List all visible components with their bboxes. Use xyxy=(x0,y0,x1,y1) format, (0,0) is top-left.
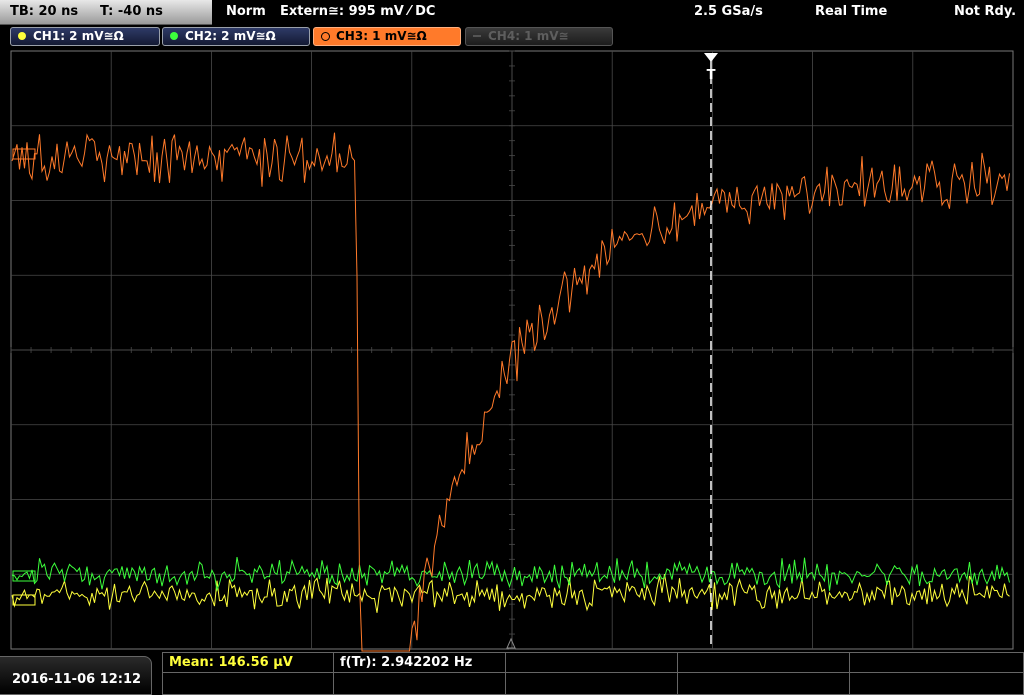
datetime-box: 2016-11-06 12:12 xyxy=(0,656,152,695)
timebase-box[interactable]: TB: 20 ns T: -40 ns xyxy=(0,0,212,25)
ch4-label: CH4: 1 mV≅ xyxy=(488,29,569,43)
measurement-slot-6[interactable] xyxy=(162,673,334,695)
tab-ch3[interactable]: CH3: 1 mV≅Ω xyxy=(313,27,461,46)
timebase-label: TB: 20 ns xyxy=(10,4,79,19)
measurement-mean[interactable]: Mean: 146.56 µV xyxy=(162,652,334,673)
measurement-slot-9[interactable] xyxy=(678,673,850,695)
ch4-dash-icon xyxy=(473,35,481,37)
waveform-display[interactable]: T xyxy=(0,49,1024,652)
trigger-marker-label: T xyxy=(707,68,716,83)
measurement-slot-7[interactable] xyxy=(334,673,506,695)
channel-tabs: CH1: 2 mV≅Ω CH2: 2 mV≅Ω CH3: 1 mV≅Ω CH4:… xyxy=(0,25,1024,49)
ch1-dot-icon xyxy=(18,32,26,40)
tab-ch1[interactable]: CH1: 2 mV≅Ω xyxy=(10,27,160,46)
measurement-table[interactable]: Mean: 146.56 µV f(Tr): 2.942202 Hz xyxy=(162,652,1024,695)
tab-ch4[interactable]: CH4: 1 mV≅ xyxy=(465,27,613,46)
trigger-mode[interactable]: Norm xyxy=(226,4,266,19)
ch2-dot-icon xyxy=(170,32,178,40)
ch2-label: CH2: 2 mV≅Ω xyxy=(185,29,276,43)
measurement-slot-5[interactable] xyxy=(850,652,1024,673)
bottom-bar: 2016-11-06 12:12 Mean: 146.56 µV f(Tr): … xyxy=(0,652,1024,695)
measurement-slot-10[interactable] xyxy=(850,673,1024,695)
datetime-label: 2016-11-06 12:12 xyxy=(12,672,142,687)
measurement-frequency[interactable]: f(Tr): 2.942202 Hz xyxy=(334,652,506,673)
status-bar: TB: 20 ns T: -40 ns Norm Extern≅: 995 mV… xyxy=(0,0,1024,25)
ch3-label: CH3: 1 mV≅Ω xyxy=(336,29,427,43)
trigger-time-label: T: -40 ns xyxy=(100,4,163,19)
sample-rate[interactable]: 2.5 GSa/s xyxy=(694,4,763,19)
acquisition-mode[interactable]: Real Time xyxy=(815,4,887,19)
tab-ch2[interactable]: CH2: 2 mV≅Ω xyxy=(162,27,310,46)
measurement-slot-3[interactable] xyxy=(506,652,678,673)
ch3-dot-icon xyxy=(321,32,330,41)
mean-value: Mean: 146.56 µV xyxy=(169,655,293,670)
ch1-label: CH1: 2 mV≅Ω xyxy=(33,29,124,43)
measurement-slot-4[interactable] xyxy=(678,652,850,673)
frequency-value: f(Tr): 2.942202 Hz xyxy=(340,655,473,670)
trigger-state: Not Rdy. xyxy=(954,4,1017,19)
measurement-slot-8[interactable] xyxy=(506,673,678,695)
trigger-source[interactable]: Extern≅: 995 mV ⁄ DC xyxy=(280,4,435,19)
